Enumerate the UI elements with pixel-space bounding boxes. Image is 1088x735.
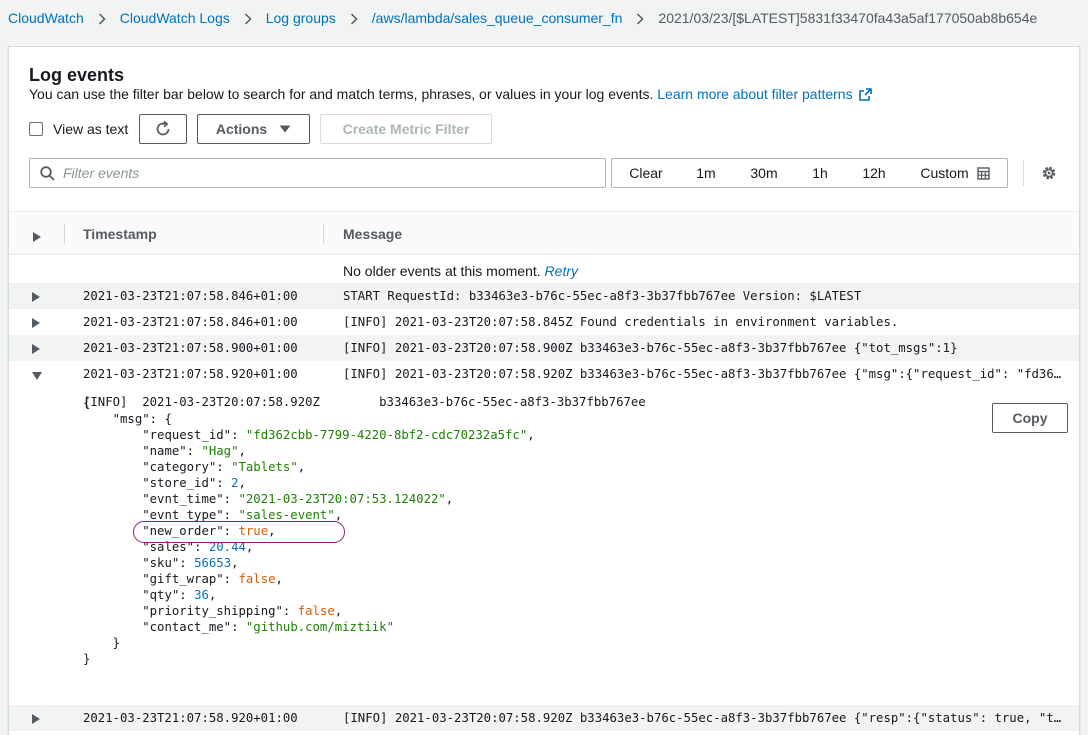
table-row[interactable]: 2021-03-23T21:07:58.846+01:00 [INFO] 202… bbox=[9, 309, 1079, 335]
page-description: You can use the filter bar below to sear… bbox=[29, 86, 872, 104]
breadcrumb-log-stream: 2021/03/23/[$LATEST]5831f33470fa43a5af17… bbox=[658, 10, 1038, 26]
copy-button[interactable]: Copy bbox=[992, 403, 1068, 433]
expanded-log-detail: [INFO] 2021-03-23T20:07:58.920Z b33463e3… bbox=[9, 387, 1079, 705]
external-link-icon bbox=[858, 88, 872, 104]
row-timestamp: 2021-03-23T21:07:58.846+01:00 bbox=[83, 289, 298, 303]
search-icon bbox=[40, 165, 55, 181]
field-request-id: fd362cbb-7799-4220-8bf2-cdc70232a5fc bbox=[253, 428, 520, 442]
expand-row-icon[interactable] bbox=[32, 291, 40, 305]
refresh-button[interactable] bbox=[139, 114, 187, 144]
create-metric-filter-button[interactable]: Create Metric Filter bbox=[320, 114, 492, 144]
row-message: [INFO] 2021-03-23T20:07:58.920Z b33463e3… bbox=[343, 711, 1063, 725]
row-timestamp: 2021-03-23T21:07:58.900+01:00 bbox=[83, 341, 298, 355]
range-1m-button[interactable]: 1m bbox=[680, 165, 732, 181]
log-events-panel: Log events You can use the filter bar be… bbox=[8, 46, 1080, 735]
column-divider bbox=[64, 224, 65, 244]
breadcrumb-log-group[interactable]: /aws/lambda/sales_queue_consumer_fn bbox=[372, 10, 623, 26]
filter-events-field[interactable] bbox=[29, 158, 606, 188]
toolbar-divider bbox=[1023, 160, 1024, 186]
clear-range-button[interactable]: Clear bbox=[612, 165, 680, 181]
toolbar: View as text Actions Create Metric Filte… bbox=[29, 114, 492, 144]
chevron-right-icon bbox=[622, 10, 658, 26]
view-as-text-checkbox[interactable] bbox=[29, 122, 43, 136]
learn-more-link[interactable]: Learn more about filter patterns bbox=[657, 86, 872, 104]
collapse-row-icon[interactable] bbox=[32, 369, 42, 383]
field-name: Hag bbox=[208, 444, 232, 458]
row-message: START RequestId: b33463e3-b76c-55ec-a8f3… bbox=[343, 289, 862, 303]
actions-label: Actions bbox=[215, 121, 268, 137]
field-sku: 56653 bbox=[194, 556, 232, 570]
calendar-icon bbox=[976, 166, 990, 180]
chevron-right-icon bbox=[336, 10, 372, 26]
expand-all-icon[interactable] bbox=[33, 229, 41, 245]
chevron-right-icon bbox=[230, 10, 266, 26]
column-header-message[interactable]: Message bbox=[343, 226, 402, 242]
caret-down-icon bbox=[279, 125, 291, 133]
column-divider bbox=[323, 224, 324, 244]
table-row[interactable]: 2021-03-23T21:07:58.846+01:00 START Requ… bbox=[9, 283, 1079, 309]
range-12h-button[interactable]: 12h bbox=[844, 165, 904, 181]
breadcrumb-log-groups[interactable]: Log groups bbox=[266, 10, 336, 26]
page-title: Log events bbox=[29, 65, 125, 85]
refresh-icon bbox=[156, 120, 170, 136]
no-older-events-notice: No older events at this moment. Retry bbox=[343, 263, 578, 279]
row-timestamp: 2021-03-23T21:07:58.920+01:00 bbox=[83, 711, 298, 725]
table-row-expanded[interactable]: 2021-03-23T21:07:58.920+01:00 [INFO] 202… bbox=[9, 361, 1079, 387]
time-range-selector: Clear 1m 30m 1h 12h Custom bbox=[611, 158, 1008, 188]
chevron-right-icon bbox=[84, 10, 120, 26]
range-30m-button[interactable]: 30m bbox=[732, 165, 796, 181]
gear-icon bbox=[1042, 166, 1056, 180]
expand-row-icon[interactable] bbox=[32, 317, 40, 331]
custom-range-button[interactable]: Custom bbox=[904, 165, 1006, 181]
filter-events-input[interactable] bbox=[63, 165, 583, 181]
row-message: [INFO] 2021-03-23T20:07:58.920Z b33463e3… bbox=[343, 367, 1063, 381]
expand-row-icon[interactable] bbox=[32, 713, 40, 727]
log-table-header: Timestamp Message bbox=[9, 211, 1079, 255]
field-evnt-time: 2021-03-23T20:07:53.124022 bbox=[245, 492, 439, 506]
field-contact-me: github.com/miztiik bbox=[253, 620, 387, 634]
settings-button[interactable] bbox=[1040, 164, 1058, 185]
table-row[interactable]: 2021-03-23T21:07:58.920+01:00 [INFO] 202… bbox=[9, 705, 1079, 731]
field-store-id: 2 bbox=[231, 476, 239, 490]
expand-row-icon[interactable] bbox=[32, 343, 40, 357]
field-gift-wrap: false bbox=[238, 572, 276, 586]
row-timestamp: 2021-03-23T21:07:58.920+01:00 bbox=[83, 367, 298, 381]
breadcrumb-cloudwatch[interactable]: CloudWatch bbox=[8, 10, 84, 26]
field-qty: 36 bbox=[194, 588, 209, 602]
row-timestamp: 2021-03-23T21:07:58.846+01:00 bbox=[83, 315, 298, 329]
learn-more-label: Learn more about filter patterns bbox=[657, 86, 853, 102]
column-header-timestamp[interactable]: Timestamp bbox=[83, 226, 157, 242]
description-text: You can use the filter bar below to sear… bbox=[29, 86, 654, 102]
retry-link[interactable]: Retry bbox=[545, 263, 578, 279]
breadcrumb-cloudwatch-logs[interactable]: CloudWatch Logs bbox=[120, 10, 230, 26]
table-row[interactable]: 2021-03-23T21:07:58.900+01:00 [INFO] 202… bbox=[9, 335, 1079, 361]
range-1h-button[interactable]: 1h bbox=[796, 165, 844, 181]
field-category: Tablets bbox=[238, 460, 291, 474]
view-as-text-label: View as text bbox=[53, 121, 129, 137]
actions-button[interactable]: Actions bbox=[197, 114, 310, 144]
field-evnt-type: sales-event bbox=[245, 508, 328, 522]
row-message: [INFO] 2021-03-23T20:07:58.845Z Found cr… bbox=[343, 315, 899, 329]
row-message: [INFO] 2021-03-23T20:07:58.900Z b33463e3… bbox=[343, 341, 958, 355]
evnt-type-highlight bbox=[133, 521, 345, 543]
breadcrumb: CloudWatch CloudWatch Logs Log groups /a… bbox=[0, 0, 1088, 36]
field-priority-shipping: false bbox=[297, 604, 335, 618]
no-older-text: No older events at this moment. bbox=[343, 263, 541, 279]
custom-range-label: Custom bbox=[920, 165, 969, 181]
